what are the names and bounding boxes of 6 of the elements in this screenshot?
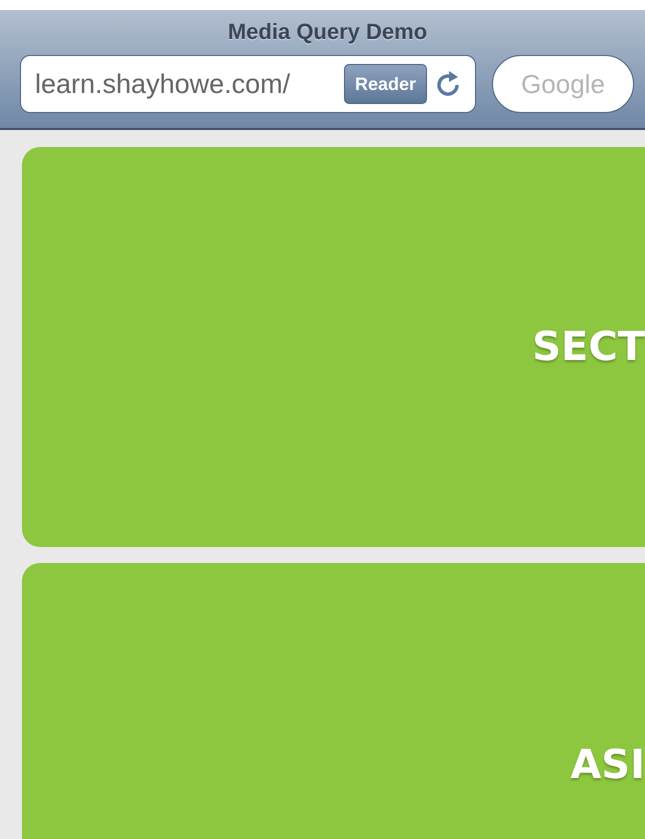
- section-label: ASI: [570, 742, 645, 788]
- address-field[interactable]: learn.shayhowe.com/ Reader: [20, 55, 476, 113]
- window-title: Media Query Demo: [226, 18, 428, 46]
- search-field[interactable]: Google: [492, 55, 634, 113]
- reader-button[interactable]: Reader: [344, 64, 427, 104]
- section-label: SECT: [532, 324, 645, 370]
